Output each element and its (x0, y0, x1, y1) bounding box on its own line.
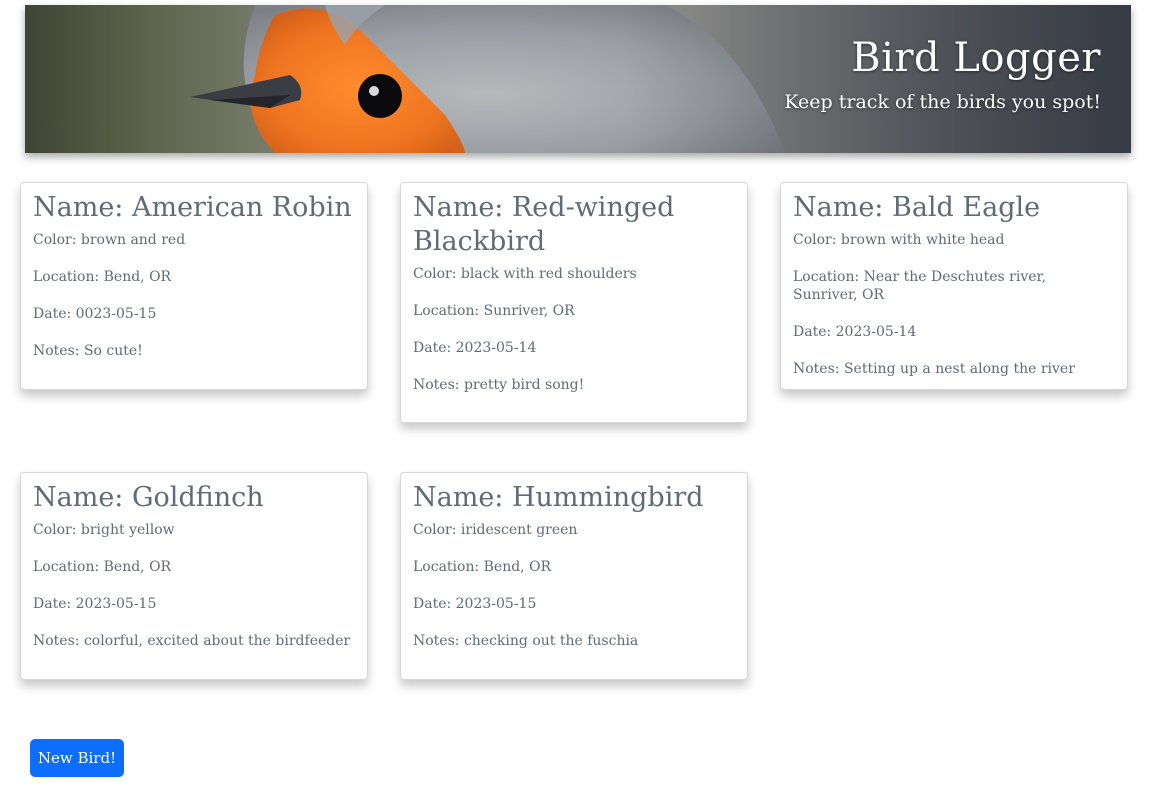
bird-card: Name: American Robin Color: brown and re… (20, 182, 368, 390)
bird-card: Name: Bald Eagle Color: brown with white… (780, 182, 1128, 390)
bird-color: Color: black with red shoulders (413, 266, 637, 282)
new-bird-button[interactable]: New Bird! (30, 739, 124, 777)
bird-card: Name: Hummingbird Color: iridescent gree… (400, 472, 748, 680)
bird-name: Name: Hummingbird (413, 482, 704, 513)
header-banner: Bird Logger Keep track of the birds you … (25, 5, 1131, 153)
bird-location: Location: Bend, OR (33, 269, 172, 285)
bird-color: Color: brown and red (33, 232, 186, 248)
page: Bird Logger Keep track of the birds you … (0, 0, 1166, 794)
bird-name: Name: Goldfinch (33, 482, 264, 513)
bird-name: Name: American Robin (33, 192, 352, 223)
bird-date: Date: 2023-05-14 (793, 324, 917, 340)
bird-notes: Notes: So cute! (33, 343, 143, 359)
bird-card: Name: Goldfinch Color: bright yellow Loc… (20, 472, 368, 680)
bird-date: Date: 2023-05-14 (413, 340, 537, 356)
bird-location: Location: Bend, OR (413, 559, 552, 575)
bird-notes: Notes: pretty bird song! (413, 377, 585, 393)
bird-color: Color: iridescent green (413, 522, 578, 538)
bird-card: Name: Red-winged Blackbird Color: black … (400, 182, 748, 423)
bird-notes: Notes: Setting up a nest along the river (793, 361, 1075, 377)
bird-notes: Notes: colorful, excited about the birdf… (33, 633, 351, 649)
page-subtitle: Keep track of the birds you spot! (784, 91, 1101, 113)
bird-location: Location: Bend, OR (33, 559, 172, 575)
bird-notes: Notes: checking out the fuschia (413, 633, 639, 649)
bird-date: Date: 0023-05-15 (33, 306, 157, 322)
bird-name: Name: Red-winged Blackbird (413, 192, 675, 257)
bird-date: Date: 2023-05-15 (413, 596, 537, 612)
bird-location: Location: Near the Deschutes river, Sunr… (793, 269, 1047, 303)
bird-color: Color: brown with white head (793, 232, 1005, 248)
bird-date: Date: 2023-05-15 (33, 596, 157, 612)
bird-name: Name: Bald Eagle (793, 192, 1041, 223)
bird-color: Color: bright yellow (33, 522, 175, 538)
bird-location: Location: Sunriver, OR (413, 303, 575, 319)
page-title: Bird Logger (851, 35, 1101, 81)
